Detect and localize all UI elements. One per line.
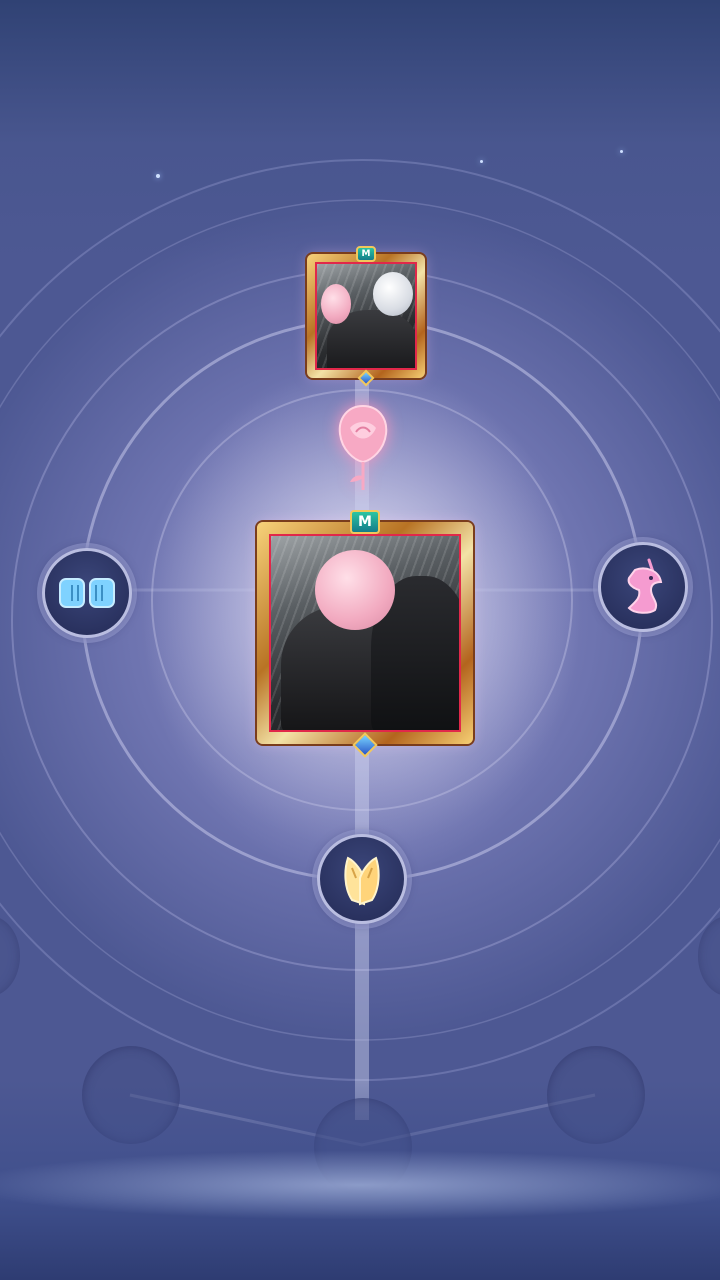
portrait-pink-hair-icon [269, 534, 461, 732]
fist-bump-icon [59, 578, 115, 608]
bond-tree-scene: M M [0, 0, 720, 1280]
portrait-white-hair-icon [315, 262, 417, 370]
rose-icon [338, 404, 388, 490]
bond-node-unicorn[interactable] [598, 542, 688, 632]
emblem-icon: M [350, 510, 380, 534]
mist-band [0, 1150, 720, 1220]
bond-node-fist-bump[interactable] [42, 548, 132, 638]
bond-node-clasped-hands[interactable] [317, 834, 407, 924]
unicorn-icon [627, 558, 663, 614]
character-hair-pink [321, 284, 351, 324]
portrait-frame-center[interactable]: M [257, 510, 473, 758]
character-hair-pink [315, 550, 395, 630]
clasped-hands-icon [344, 856, 380, 906]
emblem-icon: M [356, 246, 376, 262]
portrait-frame-top[interactable]: M [307, 246, 425, 387]
character-hair-white [373, 272, 413, 316]
